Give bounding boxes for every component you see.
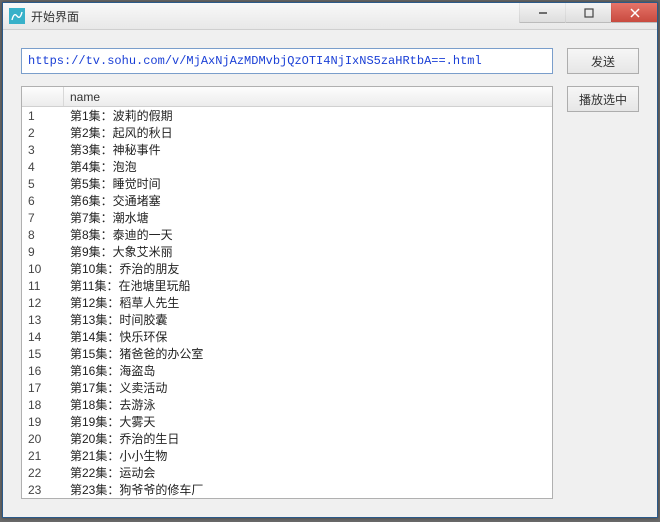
row-name: 第15集：猪爸爸的办公室: [64, 345, 552, 362]
play-selected-button[interactable]: 播放选中: [567, 86, 639, 112]
list-header: name: [22, 87, 552, 107]
row-index: 11: [22, 279, 64, 293]
list-body[interactable]: 1第1集：波莉的假期2第2集：起风的秋日3第3集：神秘事件4第4集：泡泡5第5集…: [22, 107, 552, 498]
table-row[interactable]: 6第6集：交通堵塞: [22, 192, 552, 209]
table-row[interactable]: 20第20集：乔治的生日: [22, 430, 552, 447]
row-name: 第12集：稻草人先生: [64, 294, 552, 311]
window-title: 开始界面: [31, 8, 519, 25]
table-row[interactable]: 8第8集：泰迪的一天: [22, 226, 552, 243]
row-index: 4: [22, 160, 64, 174]
row-index: 16: [22, 364, 64, 378]
table-row[interactable]: 11第11集：在池塘里玩船: [22, 277, 552, 294]
top-row: 发送: [21, 48, 639, 74]
row-name: 第19集：大雾天: [64, 413, 552, 430]
table-row[interactable]: 15第15集：猪爸爸的办公室: [22, 345, 552, 362]
table-row[interactable]: 22第22集：运动会: [22, 464, 552, 481]
window-controls: [519, 3, 657, 29]
row-index: 9: [22, 245, 64, 259]
table-row[interactable]: 21第21集：小小生物: [22, 447, 552, 464]
app-window: 开始界面 发送 name 1第1集：波莉的假期2第2集：起风的: [2, 2, 658, 518]
row-index: 6: [22, 194, 64, 208]
table-row[interactable]: 5第5集：睡觉时间: [22, 175, 552, 192]
row-index: 7: [22, 211, 64, 225]
app-icon: [9, 8, 25, 24]
client-area: 发送 name 1第1集：波莉的假期2第2集：起风的秋日3第3集：神秘事件4第4…: [3, 30, 657, 517]
table-row[interactable]: 19第19集：大雾天: [22, 413, 552, 430]
row-name: 第21集：小小生物: [64, 447, 552, 464]
episode-list[interactable]: name 1第1集：波莉的假期2第2集：起风的秋日3第3集：神秘事件4第4集：泡…: [21, 86, 553, 499]
table-row[interactable]: 17第17集：义卖活动: [22, 379, 552, 396]
row-index: 5: [22, 177, 64, 191]
row-index: 19: [22, 415, 64, 429]
column-index[interactable]: [22, 87, 64, 106]
row-name: 第7集：潮水塘: [64, 209, 552, 226]
row-name: 第20集：乔治的生日: [64, 430, 552, 447]
row-index: 13: [22, 313, 64, 327]
table-row[interactable]: 23第23集：狗爷爷的修车厂: [22, 481, 552, 498]
table-row[interactable]: 1第1集：波莉的假期: [22, 107, 552, 124]
table-row[interactable]: 13第13集：时间胶囊: [22, 311, 552, 328]
minimize-button[interactable]: [519, 3, 565, 23]
table-row[interactable]: 14第14集：快乐环保: [22, 328, 552, 345]
row-index: 12: [22, 296, 64, 310]
row-name: 第5集：睡觉时间: [64, 175, 552, 192]
row-name: 第13集：时间胶囊: [64, 311, 552, 328]
row-name: 第2集：起风的秋日: [64, 124, 552, 141]
table-row[interactable]: 3第3集：神秘事件: [22, 141, 552, 158]
row-index: 17: [22, 381, 64, 395]
row-index: 23: [22, 483, 64, 497]
row-name: 第4集：泡泡: [64, 158, 552, 175]
right-column: 播放选中: [567, 86, 639, 499]
row-name: 第9集：大象艾米丽: [64, 243, 552, 260]
row-name: 第3集：神秘事件: [64, 141, 552, 158]
maximize-button[interactable]: [565, 3, 611, 23]
row-index: 3: [22, 143, 64, 157]
table-row[interactable]: 7第7集：潮水塘: [22, 209, 552, 226]
row-name: 第22集：运动会: [64, 464, 552, 481]
send-button[interactable]: 发送: [567, 48, 639, 74]
row-index: 8: [22, 228, 64, 242]
row-name: 第16集：海盗岛: [64, 362, 552, 379]
row-index: 22: [22, 466, 64, 480]
row-name: 第8集：泰迪的一天: [64, 226, 552, 243]
column-name[interactable]: name: [64, 87, 552, 106]
row-name: 第14集：快乐环保: [64, 328, 552, 345]
row-index: 15: [22, 347, 64, 361]
row-index: 14: [22, 330, 64, 344]
row-name: 第17集：义卖活动: [64, 379, 552, 396]
row-index: 10: [22, 262, 64, 276]
row-name: 第1集：波莉的假期: [64, 107, 552, 124]
table-row[interactable]: 2第2集：起风的秋日: [22, 124, 552, 141]
table-row[interactable]: 9第9集：大象艾米丽: [22, 243, 552, 260]
row-index: 2: [22, 126, 64, 140]
row-name: 第23集：狗爷爷的修车厂: [64, 481, 552, 498]
titlebar: 开始界面: [3, 3, 657, 30]
row-index: 18: [22, 398, 64, 412]
url-input[interactable]: [21, 48, 553, 74]
row-index: 20: [22, 432, 64, 446]
table-row[interactable]: 4第4集：泡泡: [22, 158, 552, 175]
row-index: 21: [22, 449, 64, 463]
table-row[interactable]: 12第12集：稻草人先生: [22, 294, 552, 311]
close-button[interactable]: [611, 3, 657, 23]
table-row[interactable]: 18第18集：去游泳: [22, 396, 552, 413]
row-name: 第18集：去游泳: [64, 396, 552, 413]
row-name: 第10集：乔治的朋友: [64, 260, 552, 277]
row-index: 1: [22, 109, 64, 123]
table-row[interactable]: 10第10集：乔治的朋友: [22, 260, 552, 277]
row-name: 第6集：交通堵塞: [64, 192, 552, 209]
main-row: name 1第1集：波莉的假期2第2集：起风的秋日3第3集：神秘事件4第4集：泡…: [21, 86, 639, 499]
row-name: 第11集：在池塘里玩船: [64, 277, 552, 294]
table-row[interactable]: 16第16集：海盗岛: [22, 362, 552, 379]
